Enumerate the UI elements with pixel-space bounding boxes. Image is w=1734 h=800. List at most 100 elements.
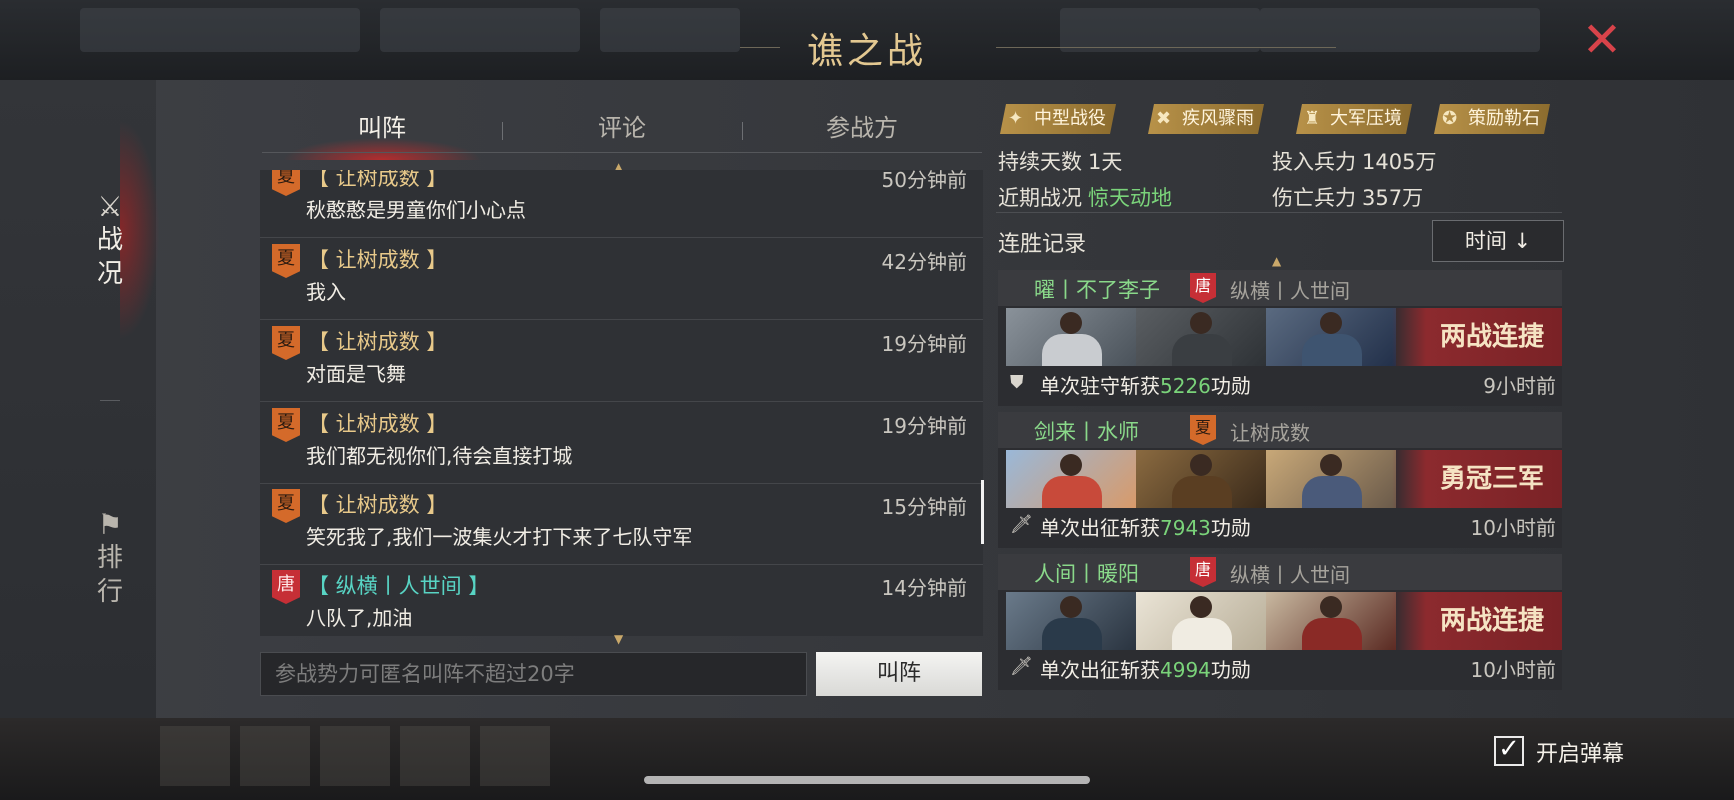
hero-portraits xyxy=(1006,450,1396,508)
faction-flag: 夏 xyxy=(272,326,300,360)
message-text: 笑死我了,我们一波集火才打下来了七队守军 xyxy=(306,525,693,549)
streak-stamp: 两战连捷 xyxy=(1392,308,1562,366)
record-desc-prefix: 单次出征斩获 xyxy=(1040,658,1160,682)
battle-tag: ✦ 中型战役 xyxy=(1000,104,1116,134)
checkbox[interactable]: ✓ xyxy=(1494,736,1524,766)
bottom-hud xyxy=(0,718,1734,800)
sidebar-item-label: 排行 xyxy=(96,543,123,607)
tab-challenge[interactable]: 叫阵 xyxy=(262,106,502,160)
sender-name[interactable]: 【 让树成数 】 xyxy=(308,326,447,356)
hud-slot xyxy=(160,726,230,786)
sender-name[interactable]: 【 让树成数 】 xyxy=(308,489,447,519)
tab-underline xyxy=(262,152,982,153)
record-banner: 两战连捷 xyxy=(1006,308,1562,366)
sidebar-item-battle-status[interactable]: ⚔ 战况 xyxy=(86,190,134,291)
battle-tag-label: 大军压境 xyxy=(1330,108,1402,129)
sidebar-item-ranking[interactable]: ⚑ 排行 xyxy=(86,508,134,609)
faction-flag: 唐 xyxy=(272,570,300,604)
send-challenge-button[interactable]: 叫阵 xyxy=(816,652,982,696)
sidebar-divider xyxy=(100,400,120,401)
scroll-down-icon[interactable]: ▼ xyxy=(614,632,623,646)
merit-value: 5226 xyxy=(1160,374,1211,398)
record-time: 10小时前 xyxy=(1470,516,1556,540)
message-time: 42分钟前 xyxy=(881,250,967,274)
streak-record[interactable]: 剑来丨水师 夏 让树成数 勇冠三军 🗡 单次出征斩获7943功勋 10小时前 xyxy=(998,412,1562,548)
streak-title: 连胜记录 xyxy=(998,232,1087,257)
stat-label: 近期战况 xyxy=(998,186,1082,210)
message-text: 我入 xyxy=(306,280,346,304)
flag-icon: ⚑ xyxy=(97,508,123,541)
faction-flag: 唐 xyxy=(1190,273,1216,303)
battle-tag-label: 策励勒石 xyxy=(1468,108,1540,129)
stat-recent: 近期战况 惊天动地 xyxy=(998,182,1172,212)
hud-slot xyxy=(320,726,390,786)
streak-record[interactable]: 人间丨暖阳 唐 纵横丨人世间 两战连捷 🗡 单次出征斩获4994功勋 10小时前 xyxy=(998,554,1562,690)
tab-comments[interactable]: 评论 xyxy=(502,106,742,156)
hero-portrait xyxy=(1266,592,1396,650)
streak-stamp: 两战连捷 xyxy=(1392,592,1562,650)
record-desc-suffix: 功勋 xyxy=(1210,658,1251,682)
list-item: 夏 【 让树成数 】 50分钟前 秋憨憨是男童你们小心点 xyxy=(260,170,983,238)
sender-name[interactable]: 【 纵横丨人世间 】 xyxy=(308,570,489,600)
challenge-input[interactable]: 参战势力可匿名叫阵不超过20字 xyxy=(260,652,807,696)
window-title: 谯之战 xyxy=(806,31,927,72)
faction-flag: 夏 xyxy=(272,489,300,523)
message-time: 19分钟前 xyxy=(881,332,967,356)
hero-portrait xyxy=(1136,308,1266,366)
opponent-name: 纵横丨人世间 xyxy=(1230,279,1350,303)
hud-slot xyxy=(240,726,310,786)
record-desc-prefix: 单次出征斩获 xyxy=(1040,516,1160,540)
message-time: 15分钟前 xyxy=(881,495,967,519)
record-description: 单次出征斩获4994功勋 xyxy=(1040,654,1251,683)
record-time: 9小时前 xyxy=(1483,374,1556,398)
hero-portrait xyxy=(1006,308,1136,366)
faction-flag: 夏 xyxy=(272,244,300,278)
record-banner: 两战连捷 xyxy=(1006,592,1562,650)
close-icon: ✕ xyxy=(1581,12,1623,68)
tab-participants[interactable]: 参战方 xyxy=(742,106,982,156)
sender-name[interactable]: 【 让树成数 】 xyxy=(308,244,447,274)
army-icon: ♜ xyxy=(1304,108,1321,129)
record-banner: 勇冠三军 xyxy=(1006,450,1562,508)
sort-by-time-button[interactable]: 时间 ↓ xyxy=(1432,220,1564,262)
list-item: 夏 【 让树成数 】 19分钟前 我们都无视你们,待会直接打城 xyxy=(260,402,983,484)
stat-value: 357万 xyxy=(1362,186,1424,210)
close-button[interactable]: ✕ xyxy=(1580,16,1624,64)
list-item: 夏 【 让树成数 】 42分钟前 我入 xyxy=(260,238,983,320)
message-text: 对面是飞舞 xyxy=(306,362,406,386)
record-description: 单次出征斩获7943功勋 xyxy=(1040,512,1251,541)
scroll-up-icon[interactable]: ▲ xyxy=(1272,254,1281,268)
battle-tag: ✖ 疾风骤雨 xyxy=(1148,104,1264,134)
merit-value: 7943 xyxy=(1160,516,1211,540)
message-text: 我们都无视你们,待会直接打城 xyxy=(306,444,573,468)
crossed-swords-icon: ✖ xyxy=(1156,108,1172,129)
winner-name: 剑来丨水师 xyxy=(1034,420,1139,444)
streak-record[interactable]: 曜丨不了李子 唐 纵横丨人世间 两战连捷 ⛊ 单次驻守斩获5226功勋 9小时前 xyxy=(998,270,1562,406)
message-time: 50分钟前 xyxy=(881,170,967,192)
sword-icon: 🗡 xyxy=(1010,656,1033,677)
record-desc-prefix: 单次驻守斩获 xyxy=(1040,374,1160,398)
stat-duration: 持续天数 1天 xyxy=(998,146,1122,176)
home-indicator[interactable] xyxy=(644,776,1090,784)
stat-value: 惊天动地 xyxy=(1088,186,1172,210)
faction-flag: 唐 xyxy=(1190,557,1216,587)
message-text: 八队了,加油 xyxy=(306,606,413,630)
hud-slot xyxy=(400,726,470,786)
hero-portrait xyxy=(1136,450,1266,508)
opponent-name: 让树成数 xyxy=(1230,421,1310,445)
record-desc-suffix: 功勋 xyxy=(1210,516,1251,540)
sender-name[interactable]: 【 让树成数 】 xyxy=(308,170,447,192)
chat-list[interactable]: 夏 【 让树成数 】 50分钟前 秋憨憨是男童你们小心点 夏 【 让树成数 】 … xyxy=(260,170,983,636)
battle-tag-label: 疾风骤雨 xyxy=(1182,108,1254,129)
laurel-icon: ✦ xyxy=(1008,108,1024,129)
sword-icon: 🗡 xyxy=(1010,514,1033,535)
sender-name[interactable]: 【 让树成数 】 xyxy=(308,408,447,438)
danmu-label: 开启弹幕 xyxy=(1536,742,1625,767)
check-icon: ✓ xyxy=(1498,734,1520,764)
medal-icon: ✪ xyxy=(1442,108,1458,129)
shield-icon: ⛊ xyxy=(1010,372,1024,393)
stat-label: 伤亡兵力 xyxy=(1272,186,1356,210)
stat-casualties: 伤亡兵力 357万 xyxy=(1272,182,1423,212)
list-item: 唐 【 纵横丨人世间 】 14分钟前 八队了,加油 xyxy=(260,564,983,636)
chat-scrollbar[interactable] xyxy=(981,480,984,544)
